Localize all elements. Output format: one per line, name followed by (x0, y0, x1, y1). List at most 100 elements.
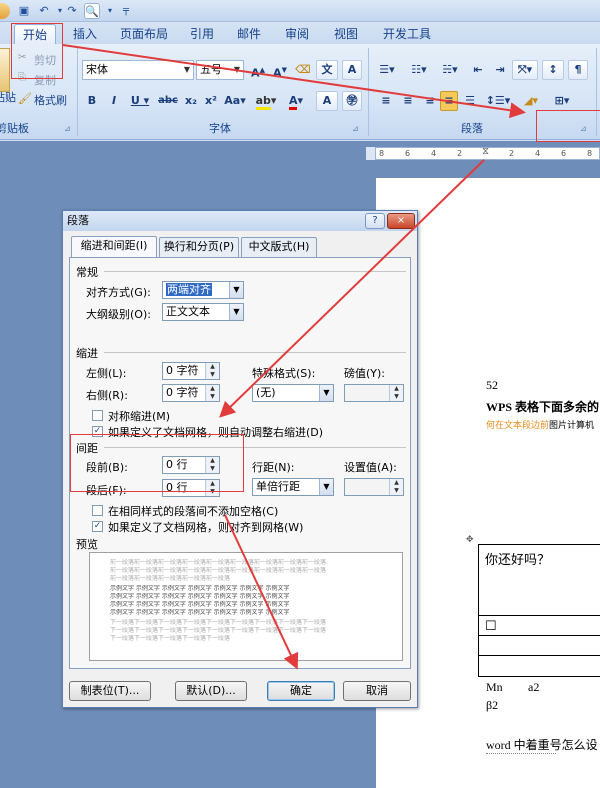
line-spacing-icon[interactable]: ↕☰▾ (484, 91, 512, 111)
no-space-same-style-checkbox[interactable] (92, 505, 103, 516)
chevron-down-icon[interactable]: ▼ (319, 385, 333, 401)
table-cell: 你还好吗？ (485, 552, 551, 567)
redo-icon[interactable]: ↷ (64, 3, 80, 19)
highlight-spacing-section (70, 434, 244, 492)
font-color-icon[interactable]: A▾ (282, 91, 310, 111)
chevron-down-icon[interactable]: ▼ (229, 304, 243, 320)
special-indent-select[interactable]: (无) ▼ (252, 384, 334, 402)
spinner-icon[interactable]: ▲ ▼ (389, 479, 403, 495)
italic-icon[interactable]: I (104, 91, 124, 111)
tab-references[interactable]: 引用 (184, 24, 220, 44)
subscript-icon[interactable]: x₂ (182, 91, 200, 111)
chinese-layout-icon[interactable]: ⤧▾ (512, 60, 538, 80)
format-painter-button[interactable]: 格式刷 (34, 92, 67, 108)
bold-icon[interactable]: B (82, 91, 102, 111)
ok-button[interactable]: 确定 (267, 681, 335, 701)
tab-line-page-breaks[interactable]: 换行和分页(P) (159, 237, 239, 257)
no-space-same-style-label: 在相同样式的段落间不添加空格(C) (108, 505, 279, 518)
alignment-select[interactable]: 两端对齐 ▼ (162, 281, 244, 299)
format-painter-icon[interactable]: 🖌 (18, 92, 32, 105)
customize-qat-icon[interactable]: ╤ (118, 3, 134, 19)
help-button[interactable]: ? (365, 213, 385, 229)
office-button[interactable] (0, 3, 10, 19)
char-shading-icon[interactable]: A (316, 91, 338, 111)
undo-icon[interactable]: ↶ (36, 3, 52, 19)
spacing-at-input[interactable]: ▲ ▼ (344, 478, 404, 496)
set-default-button[interactable]: 默认(D)... (175, 681, 247, 701)
qat-dropdown-icon[interactable]: ▾ (102, 3, 118, 19)
font-dialog-launcher[interactable]: ⊿ (352, 124, 362, 134)
numbering-icon[interactable]: ☷▾ (404, 60, 434, 80)
enclosed-char-icon[interactable]: ㊫ (342, 91, 362, 111)
paste-icon[interactable] (0, 48, 10, 92)
close-button[interactable]: × (387, 213, 415, 229)
right-indent-label: 右侧(R): (86, 389, 128, 402)
font-size-combo[interactable]: 五号 ▼ (196, 60, 244, 80)
superscript-icon[interactable]: x² (202, 91, 220, 111)
shrink-font-icon[interactable]: A▼ (270, 60, 290, 80)
tab-indents-spacing[interactable]: 缩进和间距(I) (71, 236, 157, 258)
decrease-indent-icon[interactable]: ⇤ (468, 60, 488, 80)
underline-icon[interactable]: U ▾ (126, 91, 154, 111)
line-spacing-select[interactable]: 单倍行距 ▼ (252, 478, 334, 496)
spinner-icon[interactable]: ▲ ▼ (205, 363, 219, 379)
tab-mailings[interactable]: 邮件 (230, 24, 268, 44)
left-indent-input[interactable]: 0 字符 ▲ ▼ (162, 362, 220, 380)
paste-label[interactable]: 粘贴 (0, 89, 16, 105)
right-indent-input[interactable]: 0 字符 ▲ ▼ (162, 384, 220, 402)
bullets-icon[interactable]: ☰▾ (372, 60, 402, 80)
phonetic-guide-icon[interactable]: 文 (316, 60, 338, 80)
indent-marker-icon[interactable]: ⧖ (482, 146, 489, 157)
tab-page-layout[interactable]: 页面布局 (114, 24, 174, 44)
spinner-icon[interactable]: ▲ ▼ (389, 385, 403, 401)
distributed-icon[interactable]: ☰ (460, 91, 480, 111)
tab-insert[interactable]: 插入 (66, 24, 104, 44)
outline-level-select[interactable]: 正文文本 ▼ (162, 303, 244, 321)
tab-review[interactable]: 审阅 (278, 24, 316, 44)
change-case-icon[interactable]: Aa▾ (222, 91, 248, 111)
tab-asian-typography[interactable]: 中文版式(H) (241, 237, 317, 257)
ruler-tick: 6 (405, 149, 411, 158)
chevron-down-icon[interactable]: ▼ (319, 479, 333, 495)
shading-icon[interactable]: ◢▾ (516, 91, 546, 111)
spinner-icon[interactable]: ▲ ▼ (205, 385, 219, 401)
save-icon[interactable]: ▣ (16, 3, 32, 19)
dialog-title: 段落 (67, 214, 89, 227)
borders-icon[interactable]: ⊞▾ (548, 91, 576, 111)
show-marks-icon[interactable]: ¶ (568, 60, 588, 80)
sort-icon[interactable]: ↕ (542, 60, 564, 80)
highlight-home-tab (11, 23, 63, 79)
clipboard-dialog-launcher[interactable]: ⊿ (64, 124, 74, 134)
snap-to-grid-checkbox[interactable]: ✓ (92, 521, 103, 532)
strikethrough-icon[interactable]: abc (156, 91, 180, 111)
chevron-down-icon[interactable]: ▼ (231, 61, 243, 79)
tabs-button[interactable]: 制表位(T)... (69, 681, 151, 701)
align-left-icon[interactable]: ≡ (376, 91, 396, 111)
clipboard-group-label: 剪贴板 (0, 122, 29, 135)
align-center-icon[interactable]: ≡ (398, 91, 418, 111)
print-preview-icon[interactable]: 🔍 (84, 3, 100, 19)
grow-font-icon[interactable]: A▲ (248, 60, 268, 80)
tab-developer[interactable]: 开发工具 (376, 24, 438, 44)
multilevel-list-icon[interactable]: ☵▾ (436, 60, 464, 80)
highlight-icon[interactable]: ab▾ (252, 91, 280, 111)
chevron-down-icon[interactable]: ▼ (229, 282, 243, 298)
doc-table[interactable]: 你还好吗？ ☐ (478, 544, 600, 677)
preview-prev-line: 前一段落前一段落前一段落前一段落前一段落前一段落前一段落前一段落前一段落 (110, 559, 327, 566)
mirror-indent-checkbox[interactable] (92, 410, 103, 421)
justify-icon[interactable]: ≡ (440, 91, 458, 111)
table-checkbox[interactable]: ☐ (485, 618, 497, 634)
tab-view[interactable]: 视图 (326, 24, 366, 44)
indent-by-input[interactable]: ▲ ▼ (344, 384, 404, 402)
dialog-titlebar[interactable]: 段落 (63, 211, 417, 231)
cancel-button[interactable]: 取消 (343, 681, 411, 701)
font-name-combo[interactable]: 宋体 ▼ (82, 60, 194, 80)
horizontal-ruler[interactable]: 8 6 4 2 ⧖ 2 4 6 8 (375, 146, 600, 160)
align-right-icon[interactable]: ≡ (420, 91, 440, 111)
increase-indent-icon[interactable]: ⇥ (490, 60, 510, 80)
char-border-icon[interactable]: A (342, 60, 362, 80)
spacing-at-label: 设置值(A): (344, 461, 397, 474)
table-move-handle-icon[interactable]: ✥ (466, 535, 476, 545)
clear-format-icon[interactable]: ⌫ (294, 60, 312, 80)
chevron-down-icon[interactable]: ▼ (181, 61, 193, 79)
